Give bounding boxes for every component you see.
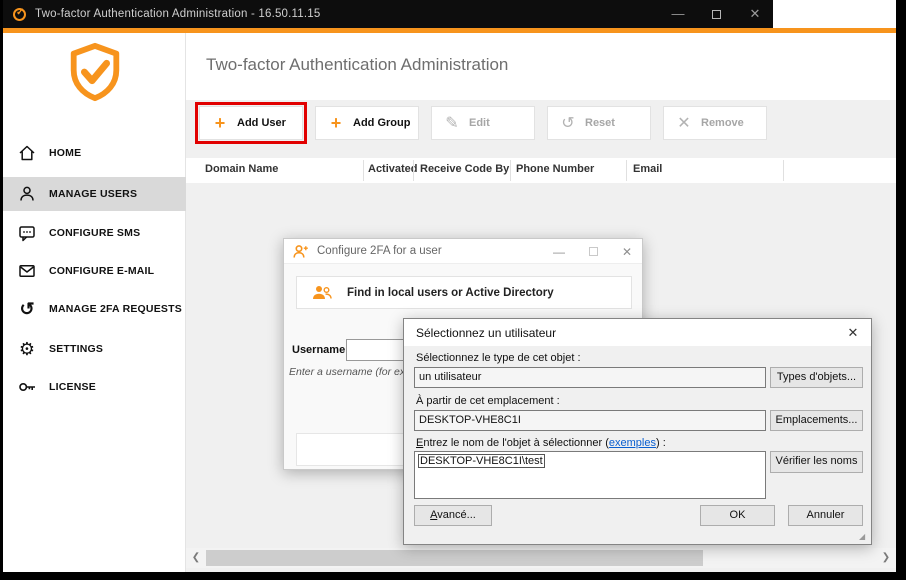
- sidebar-item-label: MANAGE 2FA REQUESTS: [49, 303, 182, 315]
- scroll-left-icon[interactable]: ❮: [188, 548, 204, 568]
- column-header-phone-number[interactable]: Phone Number: [516, 163, 594, 175]
- column-header-domain-name[interactable]: Domain Name: [205, 163, 278, 175]
- minimize-icon[interactable]: —: [553, 245, 565, 259]
- home-icon: [17, 143, 37, 163]
- window-titlebar: ✓ Two-factor Authentication Administrati…: [3, 0, 896, 28]
- key-icon: [17, 377, 37, 397]
- titlebar-brand-strip: ✓ Two-factor Authentication Administrati…: [3, 0, 773, 28]
- examples-link[interactable]: exemples: [609, 437, 656, 449]
- username-label: Username: [292, 344, 345, 356]
- toolbar: + Add User + Add Group ✎ Edit ↺ Reset ✕: [186, 100, 896, 158]
- edit-button[interactable]: ✎ Edit: [431, 106, 535, 140]
- close-icon[interactable]: ✕: [622, 245, 632, 259]
- gear-icon: ⚙: [17, 339, 37, 359]
- dialog-title: Configure 2FA for a user: [317, 245, 442, 257]
- object-type-field[interactable]: un utilisateur: [414, 367, 766, 388]
- sidebar-item-configure-email[interactable]: CONFIGURE E-MAIL: [3, 254, 186, 288]
- location-field[interactable]: DESKTOP-VHE8C1I: [414, 410, 766, 431]
- sidebar-item-settings[interactable]: ⚙ SETTINGS: [3, 332, 186, 366]
- sidebar-item-manage-2fa-requests[interactable]: ↺ MANAGE 2FA REQUESTS: [3, 292, 186, 326]
- reset-button[interactable]: ↺ Reset: [547, 106, 651, 140]
- plus-icon: +: [328, 116, 344, 130]
- sidebar-item-license[interactable]: LICENSE: [3, 370, 186, 404]
- sidebar-item-home[interactable]: HOME: [3, 136, 186, 170]
- reset-icon: ↺: [560, 113, 576, 133]
- people-icon: [311, 284, 333, 301]
- x-icon: ✕: [676, 113, 692, 133]
- column-header-receive-code-by[interactable]: Receive Code By: [420, 163, 509, 175]
- username-hint: Enter a username (for exam: [289, 366, 420, 378]
- app-shield-icon: ✓: [13, 8, 26, 21]
- shield-logo-icon: [3, 41, 186, 108]
- object-name-label: Entrez le nom de l'objet à sélectionner …: [416, 437, 666, 449]
- resize-grip[interactable]: ◢: [859, 532, 869, 542]
- add-user-button[interactable]: + Add User: [199, 106, 303, 140]
- sidebar-item-label: SETTINGS: [49, 343, 103, 355]
- ok-button[interactable]: OK: [700, 505, 775, 526]
- window-title: Two-factor Authentication Administration…: [35, 8, 320, 20]
- sidebar: HOME MANAGE USERS CONFIGURE SMS: [3, 33, 186, 572]
- add-group-button[interactable]: + Add Group: [315, 106, 419, 140]
- close-icon[interactable]: ✕: [747, 0, 763, 28]
- remove-button[interactable]: ✕ Remove: [663, 106, 767, 140]
- screen: { "window": { "title": "Two-factor Authe…: [0, 0, 906, 580]
- locations-button[interactable]: Emplacements...: [770, 410, 863, 431]
- maximize-icon[interactable]: [712, 10, 721, 19]
- cancel-button[interactable]: Annuler: [788, 505, 863, 526]
- plus-icon: +: [212, 116, 228, 130]
- advanced-label: vancé...: [437, 509, 476, 521]
- horizontal-scrollbar[interactable]: ❮ ❯: [186, 548, 896, 568]
- sidebar-item-label: CONFIGURE SMS: [49, 227, 140, 239]
- advanced-button[interactable]: Avancé...: [414, 505, 492, 526]
- table-header: Domain Name Activated Receive Code By Ph…: [186, 158, 896, 183]
- sidebar-item-label: HOME: [49, 147, 81, 159]
- sidebar-item-label: LICENSE: [49, 381, 96, 393]
- location-label: À partir de cet emplacement :: [416, 395, 560, 407]
- sidebar-item-manage-users[interactable]: MANAGE USERS: [3, 177, 186, 211]
- column-header-email[interactable]: Email: [633, 163, 662, 175]
- sidebar-item-label: CONFIGURE E-MAIL: [49, 265, 154, 277]
- find-in-directory-button[interactable]: Find in local users or Active Directory: [296, 276, 632, 309]
- close-icon[interactable]: ✕: [843, 323, 863, 343]
- page-title: Two-factor Authentication Administration: [206, 55, 508, 75]
- object-name-value: DESKTOP-VHE8C1I\test: [418, 454, 545, 468]
- dialog-titlebar: Sélectionnez un utilisateur ✕: [404, 319, 871, 346]
- dialog-titlebar: Configure 2FA for a user — ✕: [284, 239, 642, 264]
- sidebar-item-label: MANAGE USERS: [49, 188, 137, 200]
- minimize-icon[interactable]: —: [670, 0, 686, 28]
- object-type-label: Sélectionnez le type de cet objet :: [416, 352, 581, 364]
- dialog-title: Sélectionnez un utilisateur: [416, 326, 556, 340]
- user-plus-icon: [293, 244, 309, 259]
- scrollbar-thumb[interactable]: [206, 550, 703, 566]
- check-names-button[interactable]: Vérifier les noms: [770, 451, 863, 473]
- find-button-label: Find in local users or Active Directory: [347, 287, 554, 299]
- select-user-dialog: Sélectionnez un utilisateur ✕ Sélectionn…: [403, 318, 872, 545]
- scroll-right-icon[interactable]: ❯: [878, 548, 894, 568]
- user-icon: [17, 184, 37, 204]
- content-header: Two-factor Authentication Administration: [186, 33, 896, 100]
- maximize-icon[interactable]: [589, 247, 598, 256]
- object-types-button[interactable]: Types d'objets...: [770, 367, 863, 388]
- pencil-icon: ✎: [444, 113, 460, 133]
- object-name-textarea[interactable]: DESKTOP-VHE8C1I\test: [414, 451, 766, 499]
- sms-icon: [17, 223, 37, 243]
- refresh-icon: ↺: [17, 299, 37, 319]
- column-header-activated[interactable]: Activated: [368, 163, 418, 175]
- email-icon: [17, 261, 37, 281]
- sidebar-item-configure-sms[interactable]: CONFIGURE SMS: [3, 216, 186, 250]
